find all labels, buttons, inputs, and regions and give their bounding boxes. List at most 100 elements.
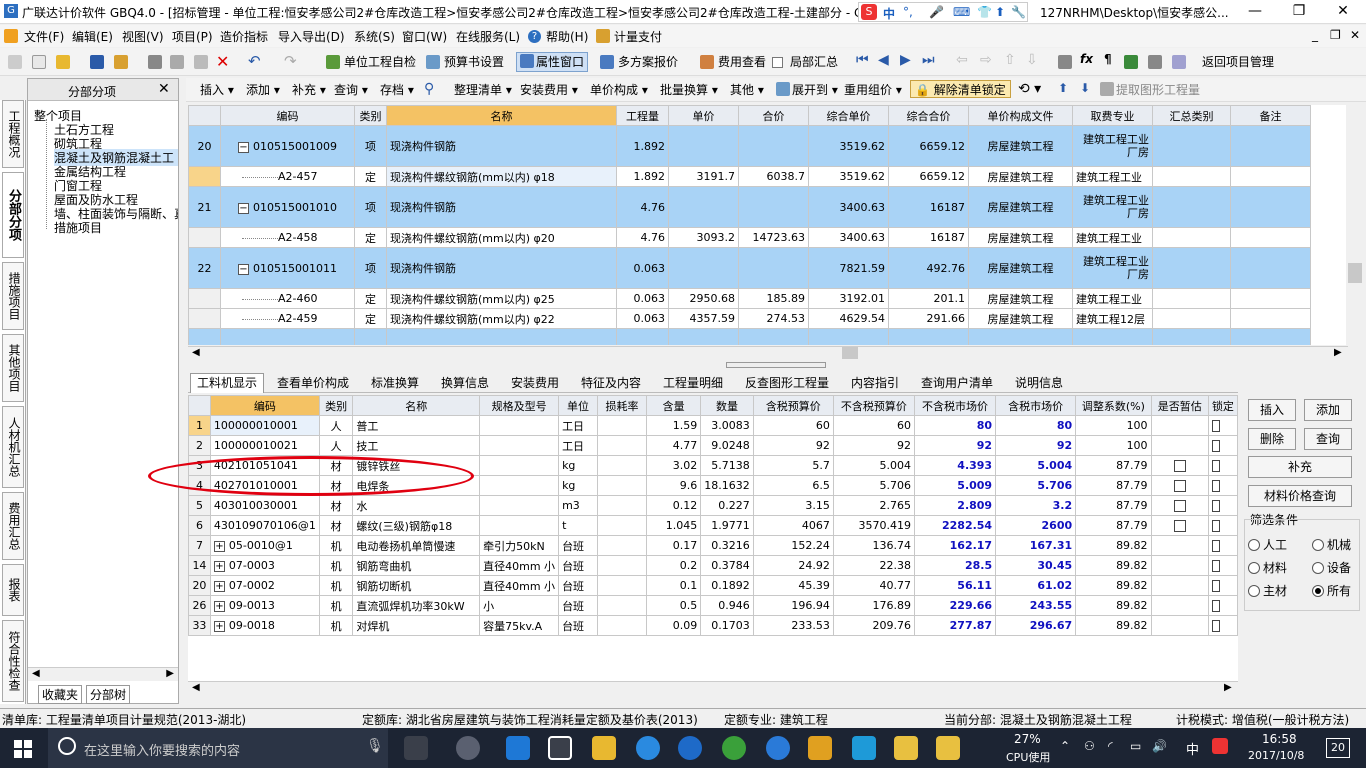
lock-cell[interactable]: [1207, 415, 1238, 436]
qty-cell[interactable]: 1.892: [616, 166, 669, 187]
spec-cell[interactable]: 建筑工程12层: [1072, 308, 1153, 329]
ime-indicator[interactable]: 中: [1186, 739, 1199, 758]
loss-cell[interactable]: [596, 615, 648, 636]
spec-cell[interactable]: [479, 515, 560, 536]
return-project-button[interactable]: 返回项目管理: [1202, 53, 1274, 71]
estimate-cell[interactable]: [1150, 595, 1209, 616]
qty-cell[interactable]: 1.892: [616, 125, 669, 167]
quota-row[interactable]: A2-457 定现浇构件螺纹钢筋(mm以内) φ18 1.892 3191.7 6038…: [188, 166, 1311, 187]
code-cell[interactable]: −010515001010: [220, 186, 355, 228]
sogou-icon[interactable]: S: [861, 4, 877, 20]
type-cell[interactable]: 材: [318, 515, 354, 536]
p4-cell[interactable]: 30.45: [995, 555, 1077, 576]
tab-other-items[interactable]: 其他项目: [2, 334, 24, 402]
property-window-button[interactable]: 属性窗口: [516, 52, 589, 72]
spec-cell[interactable]: 小: [479, 595, 560, 616]
qty-cell[interactable]: 0.063: [616, 308, 669, 329]
col-price-file[interactable]: 单价构成文件: [968, 105, 1073, 126]
price-cell[interactable]: 2950.68: [668, 288, 739, 309]
bill-item-row[interactable]: 22−010515001011 项现浇构件钢筋 0.063 7821.59 492.76…: [188, 247, 1311, 289]
price-cell[interactable]: 3191.7: [668, 166, 739, 187]
p1-cell[interactable]: 6.5: [752, 475, 834, 496]
tab-favorites[interactable]: 收藏夹: [38, 685, 83, 704]
lock-cell[interactable]: [1207, 515, 1238, 536]
seq-cell[interactable]: 22: [188, 247, 221, 289]
qty-cell[interactable]: 3.0083: [700, 415, 754, 436]
spec-cell[interactable]: 直径40mm 小: [479, 555, 560, 576]
down-icon[interactable]: ⬇: [1080, 81, 1090, 95]
new-icon[interactable]: [8, 55, 22, 69]
total-cell[interactable]: 185.89: [738, 288, 809, 309]
undo-icon[interactable]: ↶: [248, 52, 261, 70]
adj-cell[interactable]: 87.79: [1075, 515, 1152, 536]
add-button[interactable]: 添加: [1304, 399, 1352, 421]
bill-item-row[interactable]: 20−010515001009 项现浇构件钢筋 1.892 3519.62 6659.1…: [188, 125, 1311, 167]
p2-cell[interactable]: 60: [832, 415, 915, 436]
unit-self-check-button[interactable]: 单位工程自检: [344, 53, 416, 71]
total-cell[interactable]: 6038.7: [738, 166, 809, 187]
content-cell[interactable]: 0.12: [645, 495, 702, 516]
lock-checkbox[interactable]: [1211, 560, 1220, 572]
code-cell[interactable]: A2-457: [220, 166, 355, 187]
next-icon[interactable]: ▶: [900, 52, 911, 68]
collapse-icon[interactable]: −: [238, 263, 249, 275]
lock-cell[interactable]: [1207, 575, 1238, 596]
qty-cell[interactable]: 0.3216: [700, 535, 754, 556]
estimate-cell[interactable]: [1150, 455, 1209, 476]
qty-cell[interactable]: 4.76: [616, 227, 669, 248]
p3-cell[interactable]: 229.66: [913, 595, 997, 616]
empty-cell[interactable]: [1230, 328, 1311, 345]
sogou-tray-icon[interactable]: [1212, 738, 1228, 754]
unit-cell[interactable]: t: [558, 515, 598, 536]
empty-cell[interactable]: [888, 328, 969, 345]
loss-cell[interactable]: [596, 515, 648, 536]
estimate-cell[interactable]: [1150, 615, 1209, 636]
p2-cell[interactable]: 209.76: [832, 615, 915, 636]
store-icon[interactable]: [548, 736, 572, 760]
code-cell[interactable]: A2-458: [220, 227, 355, 248]
other-menu[interactable]: 其他 ▾: [730, 81, 764, 99]
unit-cell[interactable]: m3: [558, 495, 598, 516]
reuse-price-menu[interactable]: 重用组价 ▾: [844, 81, 902, 99]
lock-checkbox[interactable]: [1211, 620, 1220, 632]
uprice-cell[interactable]: 3400.63: [808, 186, 889, 228]
empty-cell[interactable]: [1072, 328, 1153, 345]
total-cell[interactable]: [738, 247, 809, 289]
install-fee-menu[interactable]: 安装费用 ▾: [520, 81, 578, 99]
type-cell[interactable]: 项: [354, 247, 387, 289]
file-cell[interactable]: 房屋建筑工程: [968, 227, 1073, 248]
unit-cell[interactable]: kg: [558, 475, 598, 496]
lmm-row[interactable]: 26 +09-0013 机直流弧焊机功率30kW 小台班 0.5 0.946 196.94 1…: [188, 595, 1238, 616]
code-cell[interactable]: +05-0010@1: [209, 535, 320, 556]
p3-cell[interactable]: 56.11: [913, 575, 997, 596]
name-cell[interactable]: 现浇构件螺纹钢筋(mm以内) φ22: [386, 308, 617, 329]
row-number[interactable]: 1: [188, 415, 211, 436]
punct-icon[interactable]: °,: [903, 5, 913, 19]
p3-cell[interactable]: 4.393: [913, 455, 997, 476]
uprice-cell[interactable]: 3519.62: [808, 166, 889, 187]
move-right-icon[interactable]: ⇨: [980, 52, 992, 68]
p4-cell[interactable]: 296.67: [995, 615, 1077, 636]
bill-item-row[interactable]: [188, 328, 1311, 345]
total-cell[interactable]: [738, 186, 809, 228]
lock-cell[interactable]: [1207, 455, 1238, 476]
adj-cell[interactable]: 100: [1075, 435, 1152, 456]
type-cell[interactable]: 项: [354, 186, 387, 228]
col-qty[interactable]: 数量: [700, 395, 754, 416]
lock-checkbox[interactable]: [1211, 520, 1220, 532]
code-cell[interactable]: 430109070106@1: [209, 515, 320, 536]
tab-compliance-check[interactable]: 符合性检查: [2, 620, 24, 702]
paste-icon[interactable]: [194, 55, 208, 69]
menu-file[interactable]: 文件(F): [24, 28, 64, 45]
code-cell[interactable]: 100000010021: [209, 435, 320, 456]
lock-cell[interactable]: [1207, 595, 1238, 616]
code-cell[interactable]: −010515001011: [220, 247, 355, 289]
collapse-icon[interactable]: −: [238, 141, 249, 153]
wifi-icon[interactable]: ◜: [1108, 739, 1113, 753]
open-icon[interactable]: [56, 55, 70, 69]
name-cell[interactable]: 现浇构件钢筋: [386, 125, 617, 167]
qty-cell[interactable]: 4.76: [616, 186, 669, 228]
price-cell[interactable]: 3093.2: [668, 227, 739, 248]
empty-cell[interactable]: [616, 328, 669, 345]
spec-cell[interactable]: [479, 475, 560, 496]
